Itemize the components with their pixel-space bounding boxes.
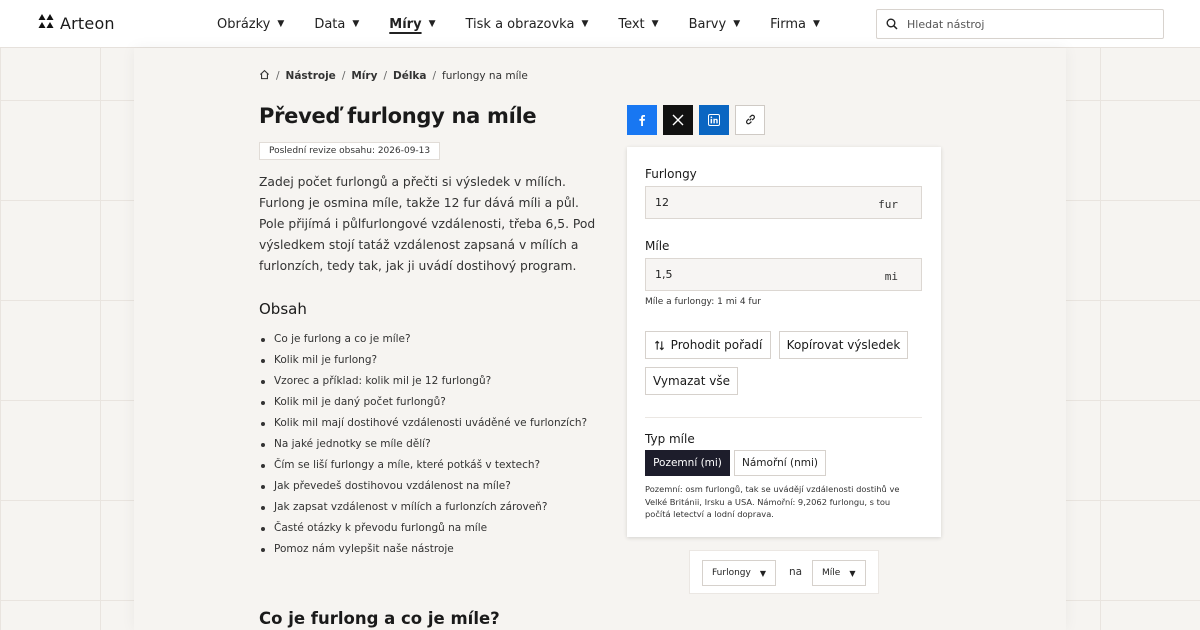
toc-item[interactable]: Jak zapsat vzdálenost v mílích a furlonz…	[259, 497, 587, 518]
toc-item[interactable]: Jak převedeš dostihovou vzdálenost na mí…	[259, 476, 587, 497]
toc-item[interactable]: Kolik mil je furlong?	[259, 350, 587, 371]
swap-order-button[interactable]: Prohodit pořadí	[645, 331, 771, 359]
toc-item[interactable]: Čím se liší furlongy a míle, které potká…	[259, 455, 587, 476]
revision-badge: Poslední revize obsahu: 2026-09-13	[259, 142, 441, 160]
caret-down-icon: ▼	[759, 568, 766, 578]
mile-type-note: Pozemní: osm furlongů, tak se uvádějí vz…	[645, 484, 900, 519]
caret-down-icon: ▼	[277, 19, 285, 29]
nav-item-firma[interactable]: Firma ▼	[770, 17, 820, 32]
clear-all-button[interactable]: Vymazat vše	[645, 367, 738, 395]
caret-down-icon: ▼	[428, 19, 436, 29]
main-nav: Obrázky ▼ Data ▼ Míry ▼ Tisk a obrazovka…	[217, 0, 850, 48]
furlongs-unit: fur	[878, 198, 898, 211]
breadcrumb-separator: /	[341, 70, 346, 82]
converter-card: Furlongy fur Míle mi Míle a furlongy: 1 …	[627, 147, 941, 537]
toc-item[interactable]: Kolik mil je daný počet furlongů?	[259, 392, 587, 413]
breadcrumb-current: furlongy na míle	[442, 70, 528, 82]
facebook-icon	[636, 111, 648, 130]
content-page: / Nástroje / Míry / Délka / furlongy na …	[134, 48, 1066, 630]
mile-type-nautical-option[interactable]: Námořní (nmi)	[734, 450, 826, 476]
to-unit-select[interactable]: Míle ▼	[812, 560, 866, 586]
from-unit-value: Furlongy	[712, 568, 751, 578]
caret-down-icon: ▼	[581, 19, 589, 29]
nav-item-data[interactable]: Data ▼	[314, 17, 359, 32]
copy-result-button[interactable]: Kopírovat výsledek	[779, 331, 908, 359]
x-icon	[672, 111, 684, 130]
page-title: Převeď furlongy na míle	[259, 104, 537, 128]
toc-heading: Obsah	[259, 300, 307, 318]
toc-item[interactable]: Pomoz nám vylepšit naše nástroje	[259, 539, 587, 560]
nav-item-tisk-a-obrazovka[interactable]: Tisk a obrazovka ▼	[465, 17, 588, 32]
unit-picker: Furlongy ▼ na Míle ▼	[689, 550, 879, 594]
clear-all-label: Vymazat vše	[653, 374, 730, 388]
arteon-logo-icon	[38, 13, 54, 33]
toc-item[interactable]: Na jaké jednotky se míle dělí?	[259, 434, 587, 455]
from-unit-select[interactable]: Furlongy ▼	[702, 560, 776, 586]
section-heading: Co je furlong a co je míle?	[259, 609, 500, 628]
search-box	[876, 9, 1164, 39]
intro-text: Zadej počet furlongů a přečti si výslede…	[259, 175, 596, 273]
share-linkedin-button[interactable]	[699, 105, 729, 135]
to-unit-value: Míle	[822, 568, 841, 578]
search-input[interactable]	[905, 16, 1149, 32]
toc-item[interactable]: Časté otázky k převodu furlongů na míle	[259, 518, 587, 539]
toc-item[interactable]: Vzorec a příklad: kolik mil je 12 furlon…	[259, 371, 587, 392]
unit-connector: na	[789, 566, 803, 578]
caret-down-icon: ▼	[352, 19, 360, 29]
miles-furlongs-hint: Míle a furlongy: 1 mi 4 fur	[645, 297, 761, 307]
nav-item-label: Barvy	[688, 16, 727, 32]
swap-arrows-icon	[654, 340, 665, 351]
nav-item-obrazky[interactable]: Obrázky ▼	[217, 17, 284, 32]
breadcrumb-separator: /	[276, 70, 280, 82]
nav-item-label: Firma	[770, 16, 807, 32]
caret-down-icon: ▼	[733, 19, 741, 29]
brand-logo[interactable]: Arteon	[38, 13, 115, 33]
toc-item[interactable]: Co je furlong a co je míle?	[259, 329, 587, 350]
miles-input[interactable]	[646, 259, 866, 290]
toc-item[interactable]: Kolik mil mají dostihové vzdálenosti uvá…	[259, 413, 587, 434]
linkedin-icon	[708, 111, 720, 130]
nav-item-text[interactable]: Text ▼	[618, 17, 658, 32]
caret-down-icon: ▼	[813, 19, 820, 29]
mile-type-statute-option[interactable]: Pozemní (mi)	[645, 450, 730, 476]
copy-result-label: Kopírovat výsledek	[786, 338, 901, 352]
nav-item-barvy[interactable]: Barvy ▼	[689, 17, 741, 32]
swap-order-label: Prohodit pořadí	[670, 338, 763, 352]
nav-item-miry[interactable]: Míry ▼	[389, 17, 435, 32]
share-x-button[interactable]	[663, 105, 693, 135]
nav-item-label: Text	[618, 16, 645, 32]
caret-down-icon: ▼	[651, 19, 659, 29]
table-of-contents: Co je furlong a co je míle? Kolik mil je…	[259, 329, 587, 560]
breadcrumb-item-miry[interactable]: Míry	[351, 70, 377, 82]
breadcrumb-item-delka[interactable]: Délka	[393, 70, 427, 82]
nav-item-label: Tisk a obrazovka	[465, 16, 575, 32]
breadcrumb: / Nástroje / Míry / Délka / furlongy na …	[259, 69, 528, 83]
nav-item-label: Data	[314, 16, 346, 32]
miles-label: Míle	[645, 239, 670, 253]
furlongs-input[interactable]	[646, 187, 866, 218]
home-icon[interactable]	[259, 69, 270, 83]
share-facebook-button[interactable]	[627, 105, 657, 135]
miles-field-wrapper: mi	[645, 258, 922, 291]
nav-item-label: Obrázky	[217, 16, 271, 32]
nav-item-label: Míry	[389, 16, 422, 32]
copy-link-button[interactable]	[735, 105, 765, 135]
mile-type-label: Typ míle	[645, 432, 695, 446]
brand-name: Arteon	[60, 13, 115, 33]
miles-unit: mi	[884, 270, 898, 283]
furlongs-field-wrapper: fur	[645, 186, 922, 219]
card-divider	[645, 417, 922, 418]
furlongs-label: Furlongy	[645, 167, 697, 181]
share-buttons	[627, 105, 765, 135]
breadcrumb-item-nastroje[interactable]: Nástroje	[286, 70, 336, 82]
breadcrumb-separator: /	[383, 70, 387, 82]
top-bar: Arteon Obrázky ▼ Data ▼ Míry ▼ Tisk a ob…	[0, 0, 1200, 48]
caret-down-icon: ▼	[849, 568, 856, 578]
search-icon	[886, 15, 898, 34]
breadcrumb-separator: /	[432, 70, 437, 82]
link-icon	[744, 111, 757, 130]
